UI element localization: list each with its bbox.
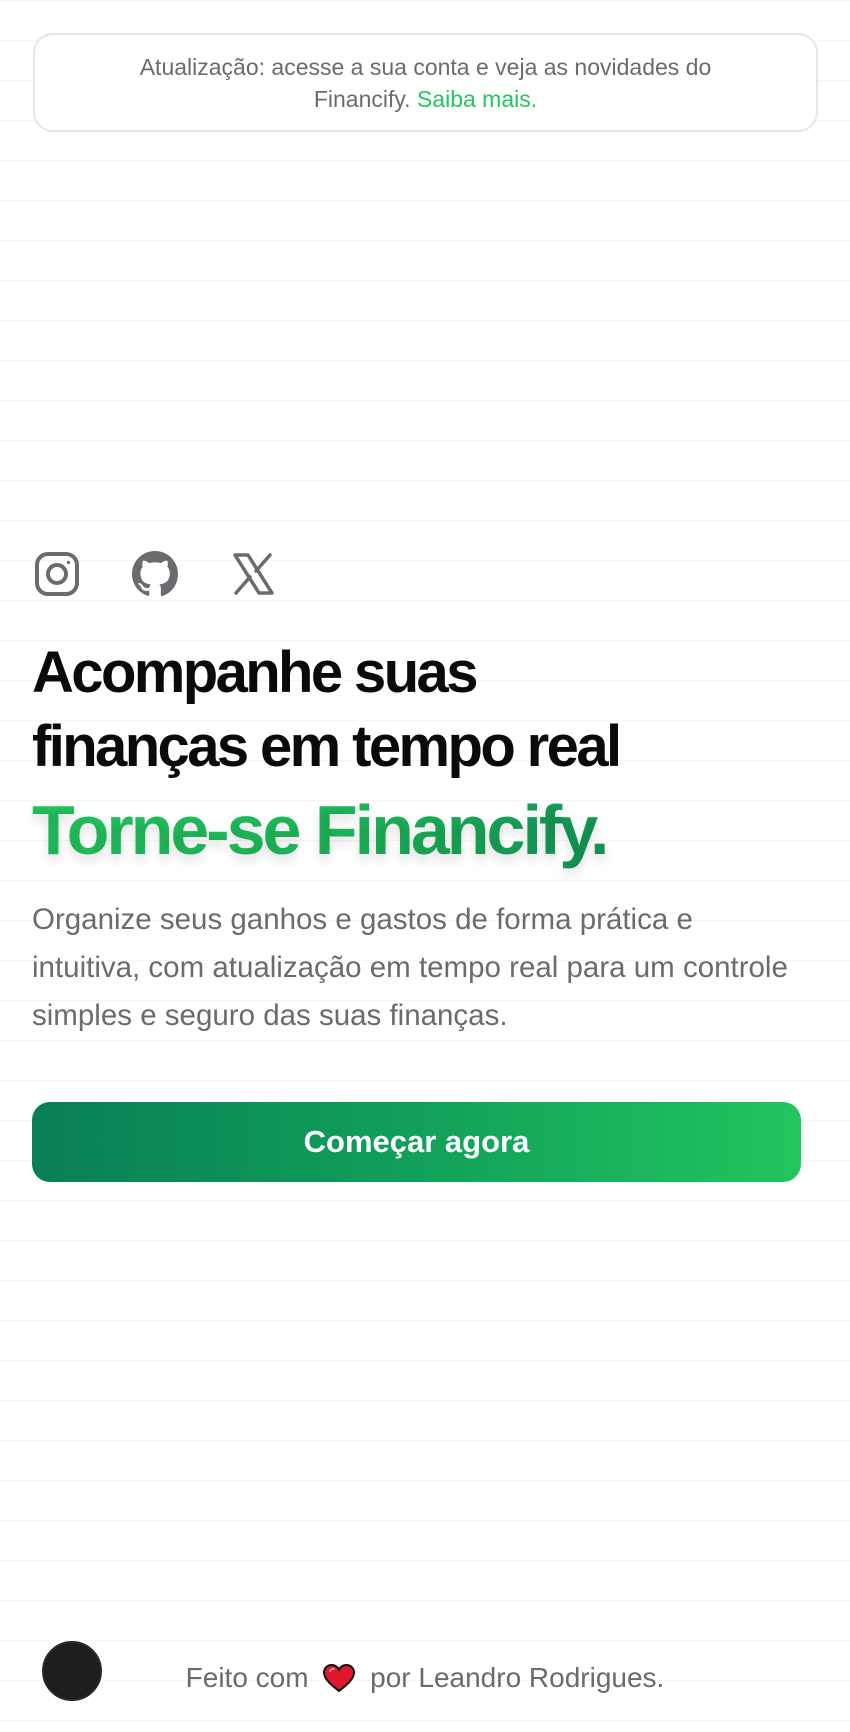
x-link[interactable] — [228, 551, 278, 601]
footer-prefix: Feito com — [185, 1662, 309, 1693]
page-title: Acompanhe suas finanças em tempo real — [32, 636, 792, 784]
heart-icon — [322, 1663, 356, 1693]
hero-description: Organize seus ganhos e gastos de forma p… — [32, 903, 788, 1032]
footer-suffix: por Leandro Rodrigues. — [370, 1662, 665, 1693]
instagram-link[interactable] — [32, 551, 82, 601]
social-links — [32, 550, 278, 603]
title-line-1: Acompanhe suas — [32, 640, 478, 705]
announcement-banner: Atualização: acesse a sua conta e veja a… — [33, 33, 818, 132]
github-link[interactable] — [130, 550, 180, 603]
x-icon — [229, 550, 277, 603]
instagram-icon — [33, 550, 81, 603]
get-started-button[interactable]: Começar agora — [32, 1102, 801, 1182]
title-line-2: finanças em tempo real — [32, 714, 622, 779]
announcement-text: Atualização: acesse a sua conta e veja a… — [95, 51, 756, 115]
brand-highlight: Torne-se Financify. — [32, 788, 792, 872]
hero-headline: Acompanhe suas finanças em tempo real To… — [32, 636, 792, 872]
github-icon — [131, 550, 179, 603]
footer: Feito com por Leandro Rodrigues. — [0, 1658, 850, 1698]
learn-more-link[interactable]: Saiba mais. — [417, 86, 537, 112]
